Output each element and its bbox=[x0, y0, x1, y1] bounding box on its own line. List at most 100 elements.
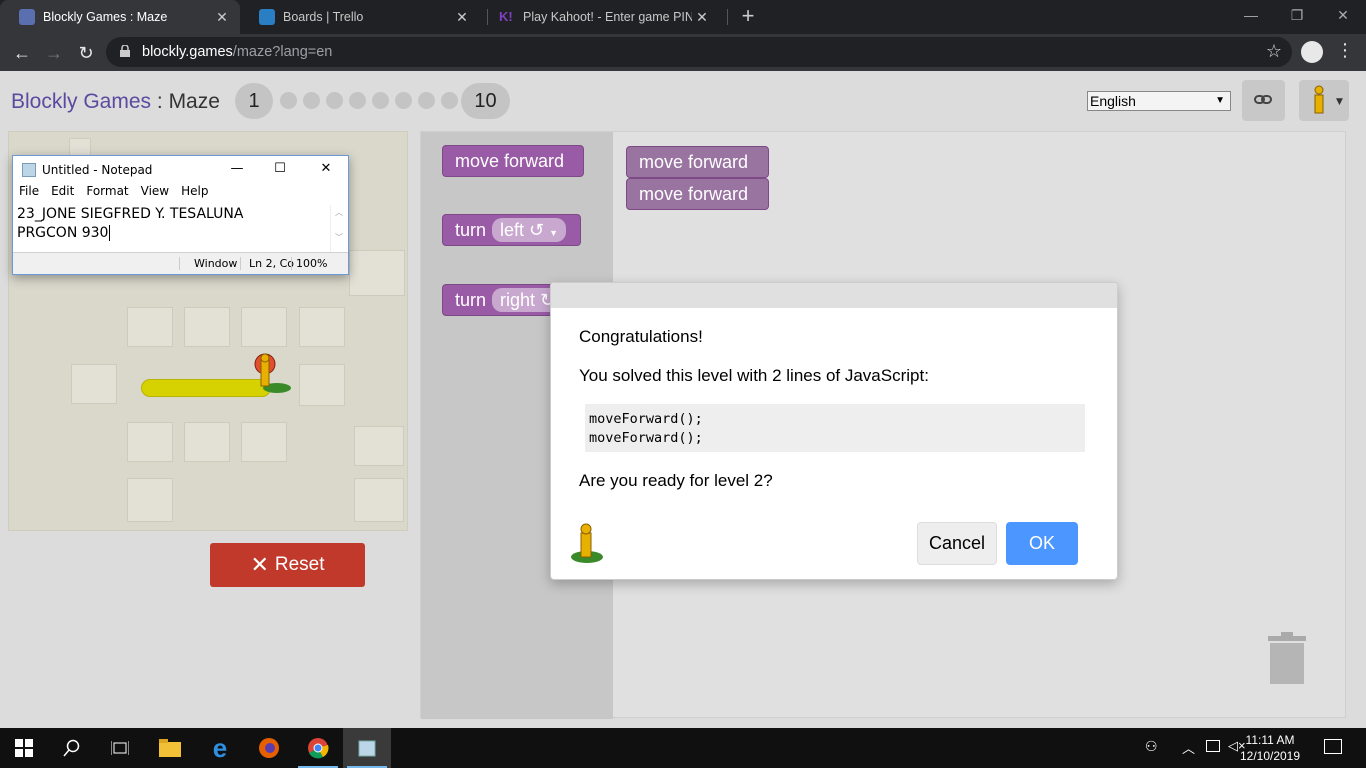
task-view-icon[interactable] bbox=[96, 728, 144, 768]
back-arrow-icon[interactable]: ← bbox=[9, 40, 35, 66]
pegman-select-button[interactable]: ▼ bbox=[1299, 80, 1349, 121]
maze-wall-tile bbox=[127, 478, 173, 522]
chrome-menu-icon[interactable]: ⋮ bbox=[1336, 40, 1354, 61]
windows-taskbar: e ⚇ ︿ ◁× 11:11 AM 12/10/2019 bbox=[0, 728, 1366, 768]
pegman-icon: ▼ bbox=[1314, 85, 1343, 114]
ok-button[interactable]: OK bbox=[1006, 522, 1078, 565]
action-center-icon[interactable] bbox=[1324, 739, 1342, 754]
windows-logo-icon bbox=[15, 739, 33, 757]
trash-can-icon[interactable] bbox=[1266, 630, 1308, 686]
start-button[interactable] bbox=[0, 728, 48, 768]
reset-label: Reset bbox=[274, 554, 325, 575]
dialog-header[interactable] bbox=[551, 283, 1117, 308]
program-block-move-forward[interactable]: move forward bbox=[626, 146, 769, 178]
menu-format[interactable]: Format bbox=[86, 184, 128, 204]
reload-icon[interactable]: ↻ bbox=[73, 40, 99, 66]
edge-browser-icon[interactable]: e bbox=[196, 728, 244, 768]
bookmark-star-icon[interactable]: ☆ bbox=[1266, 41, 1282, 62]
level-dot[interactable] bbox=[441, 92, 458, 109]
dialog-message: You solved this level with 2 lines of Ja… bbox=[579, 366, 929, 385]
menu-help[interactable]: Help bbox=[181, 184, 208, 204]
tray-chevron-icon[interactable]: ︿ bbox=[1182, 738, 1195, 757]
menu-file[interactable]: File bbox=[19, 184, 39, 204]
level-dot[interactable] bbox=[395, 92, 412, 109]
maze-wall-tile bbox=[184, 307, 230, 347]
level-10-button[interactable]: 10 bbox=[461, 83, 510, 119]
search-icon[interactable] bbox=[48, 728, 96, 768]
level-dot[interactable] bbox=[303, 92, 320, 109]
chrome-icon[interactable] bbox=[294, 728, 342, 768]
address-bar[interactable]: blockly.games/maze?lang=en ☆ bbox=[106, 37, 1292, 67]
maximize-icon[interactable]: ☐ bbox=[270, 161, 290, 176]
maze-wall-tile bbox=[184, 422, 230, 462]
maze-wall-tile bbox=[349, 250, 405, 296]
level-dot[interactable] bbox=[349, 92, 366, 109]
menu-edit[interactable]: Edit bbox=[51, 184, 74, 204]
menu-view[interactable]: View bbox=[141, 184, 169, 204]
code-line: moveForward(); bbox=[589, 430, 703, 446]
maze-wall-tile bbox=[71, 364, 117, 404]
reset-button[interactable]: ✕ Reset bbox=[210, 543, 365, 587]
minimize-icon[interactable]: — bbox=[227, 161, 247, 176]
close-icon: ✕ bbox=[250, 552, 269, 577]
toolbox-block-move-forward[interactable]: move forward bbox=[442, 145, 584, 177]
tab-title: Boards | Trello bbox=[283, 10, 364, 24]
new-tab-button[interactable]: + bbox=[737, 4, 759, 28]
status-zoom: 100% bbox=[291, 257, 327, 270]
tab-close-icon[interactable]: ✕ bbox=[212, 9, 232, 26]
file-explorer-icon[interactable] bbox=[146, 728, 194, 768]
level-dot[interactable] bbox=[418, 92, 435, 109]
notepad-icon bbox=[22, 163, 36, 177]
language-select[interactable]: English ▼ bbox=[1087, 91, 1231, 111]
cancel-button[interactable]: Cancel bbox=[917, 522, 997, 565]
tab-kahoot[interactable]: K! Play Kahoot! - Enter game PIN he ✕ bbox=[480, 0, 720, 34]
tab-close-icon[interactable]: ✕ bbox=[452, 9, 472, 26]
maze-wall-tile bbox=[299, 307, 345, 347]
people-icon[interactable]: ⚇ bbox=[1145, 738, 1158, 755]
scroll-up-icon[interactable]: ︿ bbox=[331, 207, 347, 218]
clock-date: 12/10/2019 bbox=[1239, 749, 1301, 763]
network-icon[interactable] bbox=[1206, 740, 1220, 752]
tab-blockly-maze[interactable]: Blockly Games : Maze ✕ bbox=[0, 0, 240, 34]
direction-dropdown[interactable]: left ↺ ▼ bbox=[492, 218, 567, 242]
link-button[interactable] bbox=[1242, 80, 1285, 121]
firefox-icon[interactable] bbox=[245, 728, 293, 768]
level-dot[interactable] bbox=[280, 92, 297, 109]
dialog-heading: Congratulations! bbox=[579, 327, 703, 346]
notepad-text-area[interactable]: 23_JONE SIEGFRED Y. TESALUNA PRGCON 930 bbox=[14, 205, 332, 253]
close-window-icon[interactable]: ✕ bbox=[1320, 0, 1366, 32]
notepad-taskbar-icon[interactable] bbox=[343, 728, 391, 768]
toolbox-block-turn-left[interactable]: turn left ↺ ▼ bbox=[442, 214, 581, 246]
svg-text:▼: ▼ bbox=[1336, 97, 1343, 107]
notepad-window[interactable]: Untitled - Notepad — ☐ ✕ File Edit Forma… bbox=[12, 155, 349, 275]
forward-arrow-icon[interactable]: → bbox=[41, 40, 67, 66]
code-block: moveForward(); moveForward(); bbox=[585, 404, 1085, 452]
maze-wall-tile bbox=[354, 478, 404, 522]
game-name: Maze bbox=[168, 90, 220, 113]
level-dot[interactable] bbox=[372, 92, 389, 109]
code-line: moveForward(); bbox=[589, 411, 703, 427]
brand-link[interactable]: Blockly Games bbox=[11, 90, 151, 113]
blockly-favicon-icon bbox=[19, 9, 35, 25]
level-1-button[interactable]: 1 bbox=[235, 83, 273, 119]
minimize-window-icon[interactable]: — bbox=[1228, 0, 1274, 32]
scroll-down-icon[interactable]: ﹀ bbox=[331, 232, 347, 243]
link-icon bbox=[1254, 95, 1272, 104]
maze-wall-tile bbox=[241, 422, 287, 462]
tab-close-icon[interactable]: ✕ bbox=[692, 9, 712, 26]
kahoot-favicon-icon: K! bbox=[499, 9, 513, 24]
browser-toolbar: ← → ↻ blockly.games/maze?lang=en ☆ ⋮ bbox=[0, 34, 1366, 71]
close-icon[interactable]: ✕ bbox=[316, 161, 336, 176]
profile-avatar-icon[interactable] bbox=[1301, 41, 1323, 63]
notepad-statusbar: Window Ln 2, Co 100% bbox=[13, 252, 348, 274]
program-block-move-forward[interactable]: move forward bbox=[626, 178, 769, 210]
system-clock[interactable]: 11:11 AM 12/10/2019 bbox=[1239, 732, 1301, 764]
text-line: PRGCON 930 bbox=[17, 225, 111, 241]
tab-title: Play Kahoot! - Enter game PIN he bbox=[523, 10, 692, 24]
notepad-titlebar[interactable]: Untitled - Notepad bbox=[13, 156, 348, 184]
level-dot[interactable] bbox=[326, 92, 343, 109]
text-line: 23_JONE SIEGFRED Y. TESALUNA bbox=[17, 206, 244, 222]
notepad-scrollbar[interactable]: ︿ ﹀ bbox=[330, 205, 347, 253]
restore-window-icon[interactable]: ❐ bbox=[1274, 0, 1320, 32]
tab-trello[interactable]: Boards | Trello ✕ bbox=[240, 0, 480, 34]
